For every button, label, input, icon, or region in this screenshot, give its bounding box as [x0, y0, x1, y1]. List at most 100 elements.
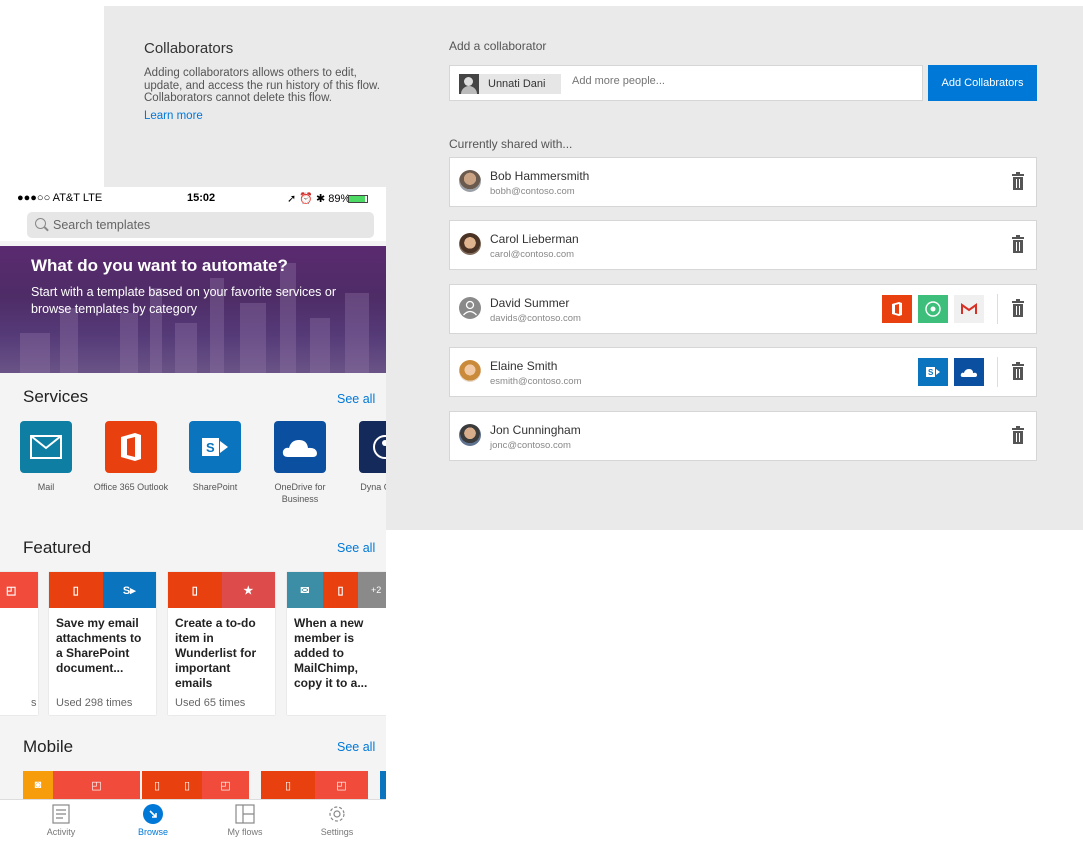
- collaborator-email: jonc@contoso.com: [490, 440, 571, 451]
- office-icon: ▯: [142, 771, 172, 799]
- avatar: [459, 170, 481, 192]
- settings-icon: [327, 804, 347, 824]
- add-people-input[interactable]: [572, 75, 912, 87]
- mail-icon: [20, 421, 72, 473]
- delete-icon[interactable]: [1012, 426, 1024, 444]
- status-bar: ●●●○○ AT&T LTE 15:02 ➚ ⏰ ✱ 89%: [0, 187, 386, 209]
- battery-icon: [348, 195, 368, 203]
- sharepoint-icon: S: [189, 421, 241, 473]
- hero-subtitle: Start with a template based on your favo…: [31, 285, 337, 316]
- mobile-template-card[interactable]: ◙ ◰: [23, 771, 140, 799]
- add-collaborator-field[interactable]: Unnati Dani: [449, 65, 923, 101]
- avatar: [459, 424, 481, 446]
- search-placeholder: Search templates: [53, 218, 151, 232]
- template-title: Save my email attachments to a SharePoin…: [56, 616, 142, 675]
- template-title: Create a to-do item in Wunderlist for im…: [175, 616, 257, 690]
- office-icon: ▯: [168, 572, 222, 608]
- sharepoint-icon: S▸: [102, 572, 156, 608]
- svg-text:S: S: [928, 368, 934, 377]
- add-collaborator-label: Add a collaborator: [449, 39, 547, 53]
- template-card[interactable]: ▯ ★ Create a to-do item in Wunderlist fo…: [168, 572, 275, 715]
- delete-icon[interactable]: [1012, 299, 1024, 317]
- collaborator-row: Elaine Smith esmith@contoso.com S: [449, 347, 1037, 397]
- notification-icon: ◰: [315, 771, 368, 799]
- collaborator-row: David Summer davids@contoso.com: [449, 284, 1037, 334]
- search-bar: Search templates: [0, 209, 386, 241]
- collaborators-title: Collaborators: [144, 40, 234, 57]
- service-label: Office 365 Outlook: [93, 482, 169, 492]
- wunderlist-icon: ★: [221, 572, 275, 608]
- delete-icon[interactable]: [1012, 235, 1024, 253]
- mobile-title: Mobile: [23, 737, 74, 756]
- hero-title: What do you want to automate?: [31, 256, 288, 275]
- learn-more-link[interactable]: Learn more: [144, 110, 203, 122]
- tab-activity[interactable]: Activity: [31, 804, 91, 837]
- tab-my-flows[interactable]: My flows: [215, 804, 275, 837]
- svg-text:S: S: [206, 440, 215, 455]
- services-see-all-link[interactable]: See all: [337, 392, 375, 406]
- template-card[interactable]: ▯ S▸ Save my email attachments to a Shar…: [49, 572, 156, 715]
- rss-icon: ◙: [23, 771, 53, 799]
- service-onedrive[interactable]: OneDrive for Business: [257, 421, 343, 505]
- more-services-badge: +2: [358, 572, 386, 608]
- delete-icon[interactable]: [1012, 172, 1024, 190]
- avatar: [459, 360, 481, 382]
- mobile-template-card[interactable]: ▯ ◰: [261, 771, 368, 799]
- collaborator-email: bobh@contoso.com: [490, 186, 575, 197]
- template-uses: s: [31, 697, 37, 709]
- tab-browse[interactable]: Browse: [123, 804, 183, 837]
- office-icon: [105, 421, 157, 473]
- mobile-template-card[interactable]: [380, 771, 386, 799]
- template-uses: Used 65 times: [175, 697, 246, 709]
- search-icon: [35, 218, 46, 229]
- service-label: OneDrive for Business: [274, 482, 326, 504]
- sharepoint-icon: S: [918, 358, 948, 386]
- template-uses: Used 298 times: [56, 697, 133, 709]
- template-card[interactable]: ✉ ▯ +2 When a new member is added to Mai…: [287, 572, 386, 715]
- mobile-template-card[interactable]: ▯ ▯ ◰: [142, 771, 249, 799]
- collaborator-row: Jon Cunningham jonc@contoso.com: [449, 411, 1037, 461]
- collaborator-name: Jon Cunningham: [490, 423, 581, 437]
- avatar: [459, 233, 481, 255]
- divider: [997, 357, 998, 387]
- search-input[interactable]: Search templates: [27, 212, 374, 238]
- collaborator-row: Carol Lieberman carol@contoso.com: [449, 220, 1037, 270]
- connection-icons: [882, 295, 984, 323]
- add-collaborators-button[interactable]: Add Collabrators: [928, 65, 1037, 101]
- tab-label: Activity: [46, 827, 76, 837]
- office-icon: [882, 295, 912, 323]
- delete-icon[interactable]: [1012, 362, 1024, 380]
- services-title: Services: [23, 387, 89, 406]
- phone-screen: ●●●○○ AT&T LTE 15:02 ➚ ⏰ ✱ 89% Search te…: [0, 187, 386, 843]
- service-label: SharePoint: [192, 482, 238, 492]
- collaborator-name: Carol Lieberman: [490, 232, 579, 246]
- tab-label: Browse: [137, 827, 168, 837]
- connection-icons: S: [918, 358, 984, 386]
- onedrive-icon: [954, 358, 984, 386]
- notification-icon: ◰: [53, 771, 140, 799]
- clock: 15:02: [187, 192, 216, 204]
- activity-icon: [51, 804, 71, 824]
- collaborator-email: esmith@contoso.com: [490, 376, 582, 387]
- service-sharepoint[interactable]: S SharePoint: [172, 421, 258, 493]
- service-office365[interactable]: Office 365 Outlook: [88, 421, 174, 493]
- chip-name: Unnati Dani: [488, 78, 546, 90]
- office-icon: ▯: [49, 572, 103, 608]
- template-card[interactable]: ◰ s: [0, 572, 38, 715]
- office-icon: ▯: [322, 572, 359, 608]
- tab-label: My flows: [227, 827, 263, 837]
- collaborator-email: davids@contoso.com: [490, 313, 581, 324]
- service-dynamics[interactable]: Dyna CRM (: [342, 421, 386, 493]
- collaborators-description: Adding collaborators allows others to ed…: [144, 67, 380, 104]
- selected-person-chip[interactable]: Unnati Dani: [459, 74, 561, 94]
- office-icon: ◰: [0, 572, 38, 608]
- featured-see-all-link[interactable]: See all: [337, 541, 375, 555]
- shared-with-label: Currently shared with...: [449, 137, 573, 151]
- status-indicators: ➚ ⏰ ✱ 89%: [287, 193, 351, 205]
- mobile-see-all-link[interactable]: See all: [337, 740, 375, 754]
- avatar: [459, 74, 479, 94]
- browse-icon: [143, 804, 163, 824]
- wunderlist-icon: [918, 295, 948, 323]
- gmail-icon: [954, 295, 984, 323]
- tab-settings[interactable]: Settings: [307, 804, 367, 837]
